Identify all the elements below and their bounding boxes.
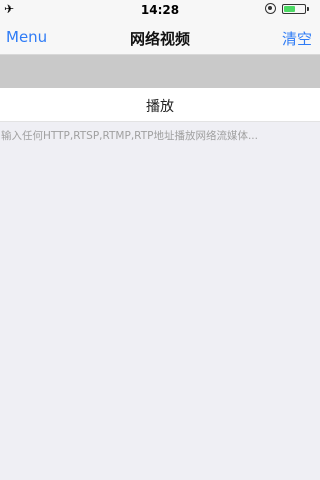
status-bar: ✈ 14:28 xyxy=(0,0,320,20)
header-band xyxy=(0,55,320,88)
clear-button[interactable]: 清空 xyxy=(282,28,312,49)
battery-icon xyxy=(282,4,309,14)
play-button[interactable]: 播放 xyxy=(0,96,320,116)
battery-nub xyxy=(307,7,309,11)
rotation-lock-icon xyxy=(265,3,276,14)
page-title: 网络视频 xyxy=(129,30,190,48)
url-input-area[interactable]: 输入任何HTTP,RTSP,RTMP,RTP地址播放网络流媒体... xyxy=(0,122,320,480)
battery-level xyxy=(284,6,295,12)
navigation-bar: Menu 网络视频 清空 xyxy=(0,20,320,55)
url-input-placeholder: 输入任何HTTP,RTSP,RTMP,RTP地址播放网络流媒体... xyxy=(1,130,258,142)
play-row: 播放 xyxy=(0,88,320,122)
